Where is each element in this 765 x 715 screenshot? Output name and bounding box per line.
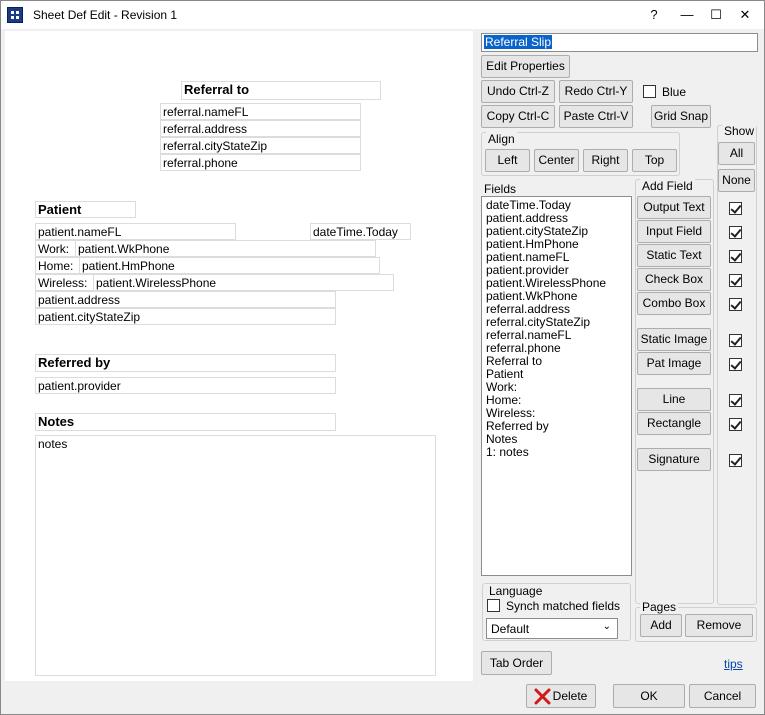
- align-right-button[interactable]: Right: [583, 149, 628, 172]
- work-label[interactable]: Work:: [35, 240, 76, 257]
- patient-namefl-field[interactable]: patient.nameFL: [35, 223, 236, 240]
- patient-address-field[interactable]: patient.address: [35, 291, 336, 308]
- fields-list[interactable]: dateTime.Today patient.address patient.c…: [481, 196, 632, 576]
- edit-properties-button[interactable]: Edit Properties: [481, 55, 570, 78]
- static-image-button[interactable]: Static Image: [637, 328, 711, 351]
- show-input-field-checkbox[interactable]: [729, 226, 742, 239]
- delete-x-icon: [534, 688, 551, 705]
- notes-field[interactable]: notes: [35, 435, 436, 676]
- patient-wkphone-field[interactable]: patient.WkPhone: [75, 240, 376, 257]
- patient-citystatezip-field[interactable]: patient.cityStateZip: [35, 308, 336, 325]
- undo-button[interactable]: Undo Ctrl-Z: [481, 80, 555, 103]
- wireless-label[interactable]: Wireless:: [35, 274, 94, 291]
- line-button[interactable]: Line: [637, 388, 711, 411]
- pages-label: Pages: [640, 600, 679, 614]
- rectangle-button[interactable]: Rectangle: [637, 412, 711, 435]
- notes-header[interactable]: Notes: [35, 413, 336, 431]
- tips-link[interactable]: tips: [724, 657, 743, 671]
- check-box-button[interactable]: Check Box: [637, 268, 711, 291]
- show-combo-box-checkbox[interactable]: [729, 298, 742, 311]
- grid-snap-button[interactable]: Grid Snap: [651, 105, 711, 128]
- referral-phone-field[interactable]: referral.phone: [160, 154, 361, 171]
- show-line-checkbox[interactable]: [729, 394, 742, 407]
- patient-wirelessphone-field[interactable]: patient.WirelessPhone: [93, 274, 394, 291]
- align-left-button[interactable]: Left: [485, 149, 530, 172]
- cancel-button[interactable]: Cancel: [689, 684, 756, 708]
- redo-button[interactable]: Redo Ctrl-Y: [559, 80, 633, 103]
- blue-checkbox[interactable]: [643, 85, 656, 98]
- language-selected-value: Default: [491, 622, 530, 636]
- fields-label: Fields: [484, 182, 517, 196]
- paste-button[interactable]: Paste Ctrl-V: [559, 105, 633, 128]
- app-grid-icon: [7, 7, 23, 23]
- show-static-text-checkbox[interactable]: [729, 250, 742, 263]
- help-button[interactable]: ?: [641, 5, 667, 25]
- close-button[interactable]: ✕: [732, 5, 758, 25]
- show-all-button[interactable]: All: [718, 142, 755, 165]
- combo-box-button[interactable]: Combo Box: [637, 292, 711, 315]
- align-group-label: Align: [486, 132, 517, 146]
- synch-matched-fields-label: Synch matched fields: [506, 599, 621, 613]
- static-text-button[interactable]: Static Text: [637, 244, 711, 267]
- pages-remove-button[interactable]: Remove: [685, 614, 753, 637]
- show-rectangle-checkbox[interactable]: [729, 418, 742, 431]
- home-label[interactable]: Home:: [35, 257, 80, 274]
- title-bar: Sheet Def Edit - Revision 1 ? — ☐ ✕: [1, 1, 764, 29]
- maximize-button[interactable]: ☐: [703, 5, 729, 25]
- sheet-def-edit-window: Sheet Def Edit - Revision 1 ? — ☐ ✕ Refe…: [0, 0, 765, 715]
- sheet-name-input[interactable]: Referral Slip: [481, 33, 758, 52]
- delete-button[interactable]: Delete: [526, 684, 596, 708]
- show-group-label: Show: [722, 124, 757, 138]
- show-signature-checkbox[interactable]: [729, 454, 742, 467]
- show-pat-image-checkbox[interactable]: [729, 358, 742, 371]
- language-select[interactable]: Default ⌄: [486, 618, 618, 639]
- referral-to-header[interactable]: Referral to: [181, 81, 381, 100]
- list-item[interactable]: 1: notes: [482, 446, 631, 459]
- show-check-box-checkbox[interactable]: [729, 274, 742, 287]
- patient-header[interactable]: Patient: [35, 201, 136, 218]
- ok-button[interactable]: OK: [613, 684, 685, 708]
- output-text-button[interactable]: Output Text: [637, 196, 711, 219]
- minimize-button[interactable]: —: [674, 5, 700, 25]
- tab-order-button[interactable]: Tab Order: [481, 651, 552, 675]
- input-field-button[interactable]: Input Field: [637, 220, 711, 243]
- synch-matched-fields-checkbox[interactable]: [487, 599, 500, 612]
- align-center-button[interactable]: Center: [534, 149, 579, 172]
- referral-address-field[interactable]: referral.address: [160, 120, 361, 137]
- pages-add-button[interactable]: Add: [640, 614, 682, 637]
- show-static-image-checkbox[interactable]: [729, 334, 742, 347]
- language-label: Language: [487, 584, 545, 598]
- chevron-down-icon: ⌄: [602, 621, 611, 632]
- patient-hmphone-field[interactable]: patient.HmPhone: [79, 257, 380, 274]
- referral-citystatezip-field[interactable]: referral.cityStateZip: [160, 137, 361, 154]
- referred-by-header[interactable]: Referred by: [35, 354, 336, 372]
- pat-image-button[interactable]: Pat Image: [637, 352, 711, 375]
- datetime-today-field[interactable]: dateTime.Today: [310, 223, 411, 240]
- copy-button[interactable]: Copy Ctrl-C: [481, 105, 555, 128]
- blue-label: Blue: [662, 85, 687, 99]
- signature-button[interactable]: Signature: [637, 448, 711, 471]
- window-title: Sheet Def Edit - Revision 1: [33, 8, 178, 22]
- patient-provider-field[interactable]: patient.provider: [35, 377, 336, 394]
- referral-namefl-field[interactable]: referral.nameFL: [160, 103, 361, 120]
- add-field-label: Add Field: [640, 179, 695, 193]
- delete-button-label: Delete: [552, 689, 588, 703]
- sheet-canvas[interactable]: Referral to referral.nameFL referral.add…: [5, 31, 473, 681]
- sheet-name-text: Referral Slip: [484, 35, 553, 49]
- align-top-button[interactable]: Top: [632, 149, 677, 172]
- show-output-text-checkbox[interactable]: [729, 202, 742, 215]
- show-none-button[interactable]: None: [718, 169, 755, 192]
